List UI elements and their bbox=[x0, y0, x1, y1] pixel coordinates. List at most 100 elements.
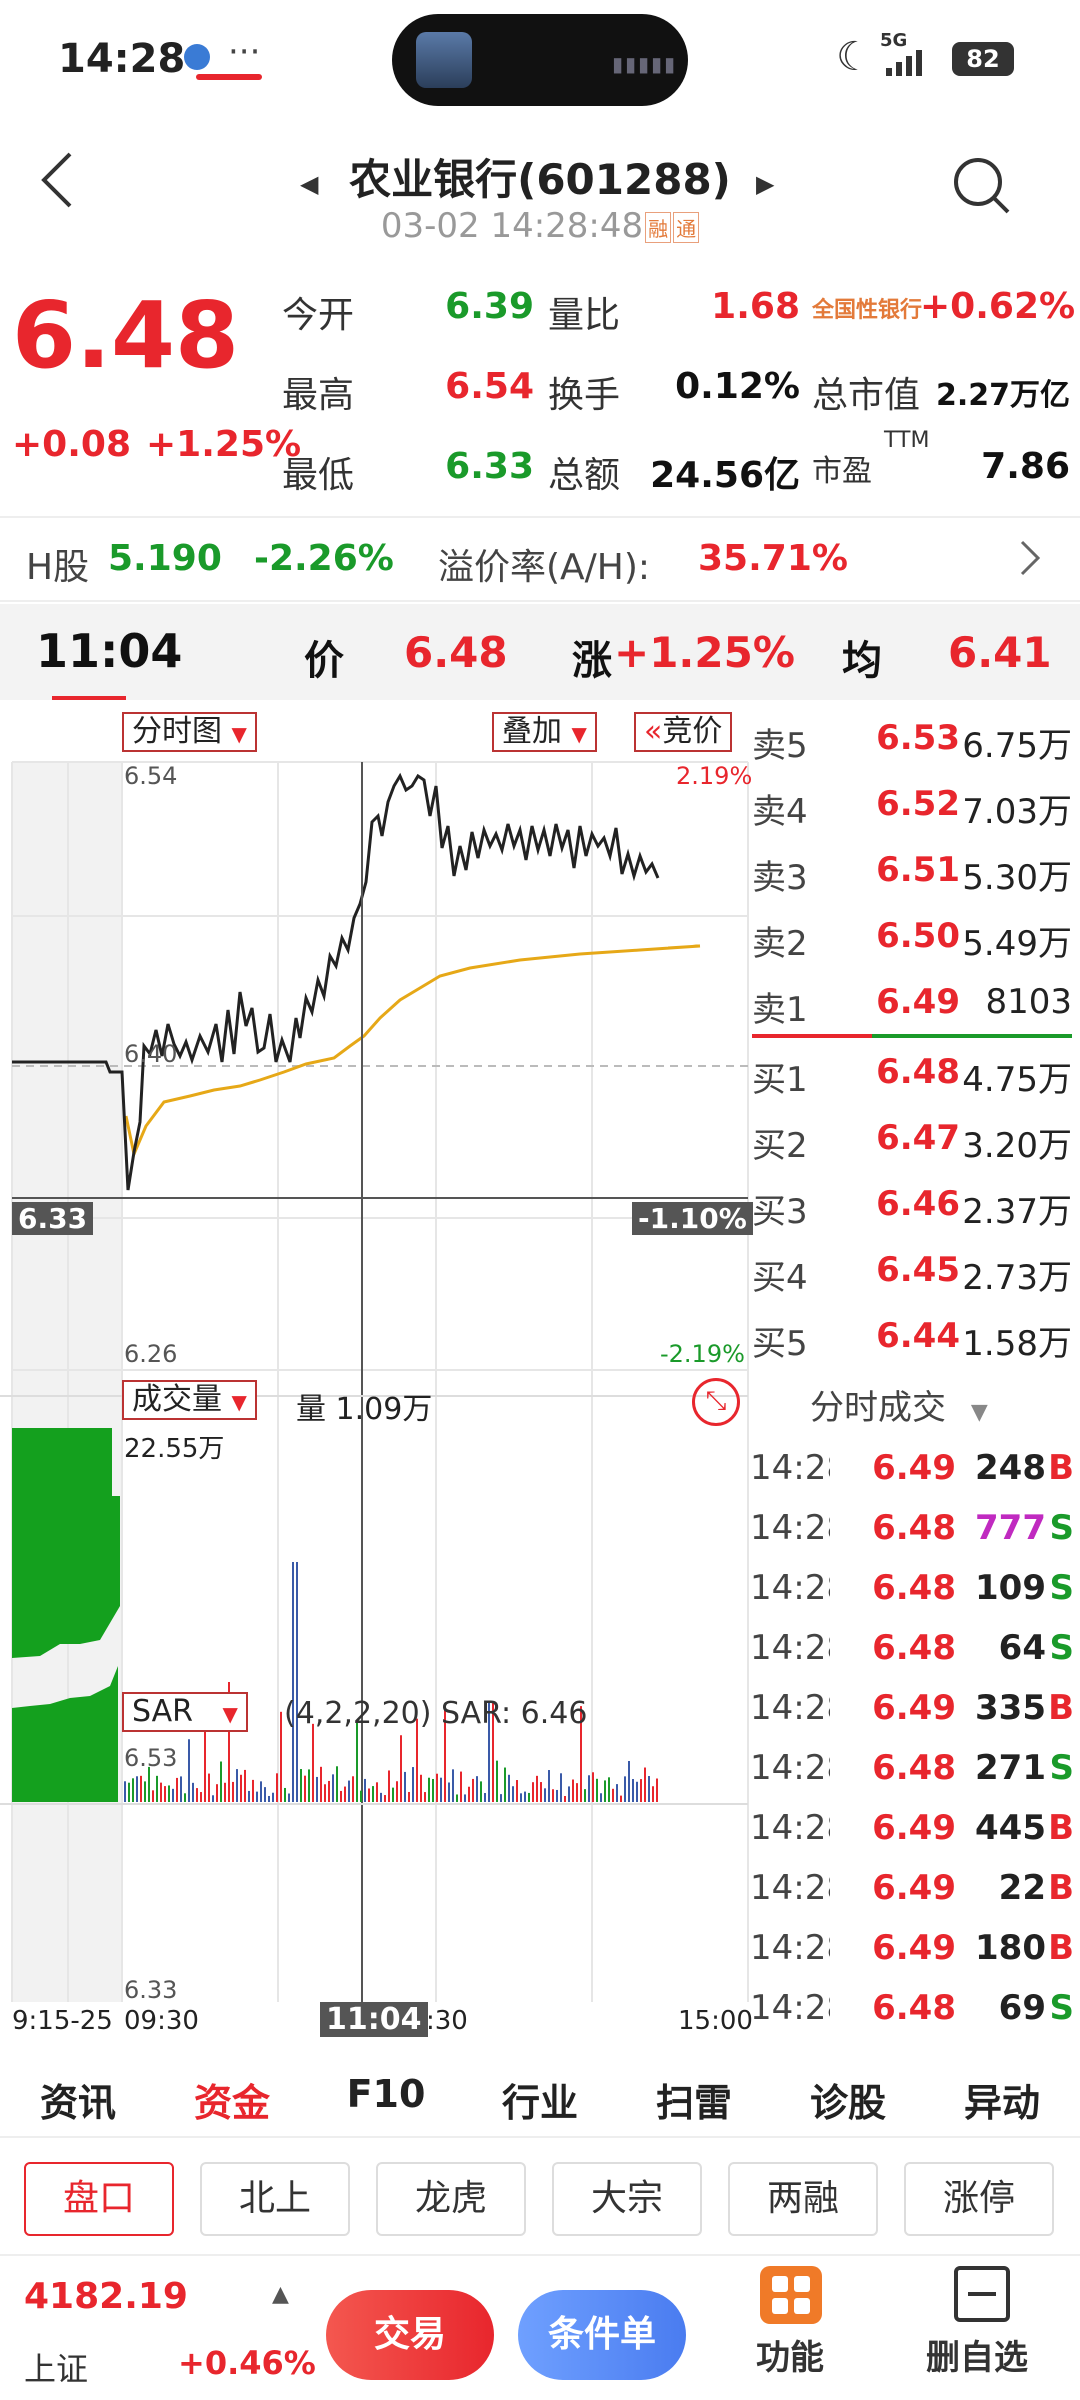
tab-item[interactable]: 诊股 bbox=[778, 2072, 918, 2127]
subtab-item[interactable]: 龙虎 bbox=[376, 2162, 526, 2236]
bid-row[interactable]: 买5 6.44 1.58万 bbox=[752, 1304, 1072, 1370]
dynamic-island[interactable]: ▮▮▮▮▮ bbox=[392, 14, 688, 106]
trade-time: 14:28 bbox=[750, 1448, 830, 1488]
price-axis-bottom: 6.26 bbox=[124, 1340, 178, 1368]
volume-bar bbox=[188, 1739, 190, 1802]
page-title: 农业银行(601288) bbox=[349, 155, 731, 204]
ask-volume: 8103 bbox=[985, 982, 1072, 1022]
tab-item[interactable]: 异动 bbox=[932, 2072, 1072, 2127]
function-icon[interactable] bbox=[760, 2266, 822, 2324]
next-stock-icon[interactable]: ▶ bbox=[756, 170, 774, 198]
bid-row[interactable]: 买3 6.46 2.37万 bbox=[752, 1172, 1072, 1238]
sar-dropdown[interactable]: SAR ▼ bbox=[122, 1692, 248, 1732]
bid-row[interactable]: 买1 6.48 4.75万 bbox=[752, 1040, 1072, 1106]
bid-row[interactable]: 买4 6.45 2.73万 bbox=[752, 1238, 1072, 1304]
tab-item[interactable]: 扫雷 bbox=[624, 2072, 764, 2127]
index-value[interactable]: 4182.19 bbox=[24, 2276, 188, 2317]
trade-volume: 445 bbox=[975, 1808, 1046, 1848]
expand-icon[interactable]: ⤡ bbox=[692, 1378, 740, 1426]
volume-bar bbox=[176, 1777, 178, 1802]
subtab-item[interactable]: 北上 bbox=[200, 2162, 350, 2236]
sar-top: 6.53 bbox=[124, 1744, 178, 1772]
volume-bar bbox=[296, 1562, 298, 1802]
sar-label: SAR bbox=[132, 1694, 193, 1729]
trade-price: 6.48 bbox=[872, 1628, 956, 1668]
volume-bar bbox=[316, 1776, 318, 1802]
ask-row[interactable]: 卖5 6.53 6.75万 bbox=[752, 706, 1072, 772]
volume-bar bbox=[652, 1786, 654, 1802]
ask-row[interactable]: 卖2 6.50 5.49万 bbox=[752, 904, 1072, 970]
remove-fav-icon[interactable] bbox=[954, 2266, 1010, 2322]
bid-price: 6.47 bbox=[876, 1118, 960, 1158]
trade-row: 14:28 6.49 180B bbox=[750, 1920, 1074, 1980]
volume-bar bbox=[400, 1735, 402, 1802]
trade-button[interactable]: 交易 bbox=[326, 2290, 494, 2380]
avg-price-line bbox=[124, 944, 701, 1159]
volume-bar bbox=[416, 1718, 418, 1802]
ask-price: 6.52 bbox=[876, 784, 960, 824]
volume-bar bbox=[140, 1775, 142, 1802]
volume-bar bbox=[548, 1770, 550, 1802]
volume-bar bbox=[260, 1781, 262, 1802]
amount-value: 24.56亿 bbox=[650, 455, 800, 496]
ask-volume: 7.03万 bbox=[962, 792, 1072, 832]
tab-item[interactable]: F10 bbox=[316, 2072, 456, 2116]
chart-mode-dropdown[interactable]: 分时图 ▼ bbox=[122, 712, 257, 752]
volume-bar bbox=[236, 1769, 238, 1802]
volume-bar bbox=[244, 1769, 246, 1802]
volume-bar bbox=[392, 1787, 394, 1802]
volume-bar bbox=[312, 1723, 314, 1802]
trade-time: 14:28 bbox=[750, 1988, 830, 2028]
trade-price: 6.48 bbox=[872, 1508, 956, 1548]
volume-bar bbox=[568, 1786, 570, 1802]
cursor-ticker-row: 11:04 价 6.48 涨 +1.25% 均 6.41 bbox=[0, 604, 1080, 700]
volume-bar bbox=[608, 1777, 610, 1802]
volume-bar bbox=[380, 1792, 382, 1802]
volume-dropdown[interactable]: 成交量 ▼ bbox=[122, 1380, 257, 1420]
subtab-item[interactable]: 大宗 bbox=[552, 2162, 702, 2236]
tab-item[interactable]: 资金 bbox=[162, 2072, 302, 2127]
volume-bar bbox=[276, 1773, 278, 1802]
tab-item[interactable]: 行业 bbox=[470, 2072, 610, 2127]
function-label[interactable]: 功能 bbox=[756, 2330, 824, 2379]
ask-row[interactable]: 卖3 6.51 5.30万 bbox=[752, 838, 1072, 904]
ask-row[interactable]: 卖1 6.49 8103 bbox=[752, 970, 1072, 1036]
cursor-price-label: 6.33 bbox=[12, 1202, 94, 1235]
trade-time: 14:28 bbox=[750, 1808, 830, 1848]
hshare-row[interactable]: H股 5.190 -2.26% 溢价率(A/H): 35.71% bbox=[0, 516, 1080, 602]
hshare-label: H股 bbox=[26, 547, 90, 588]
tab-item[interactable]: 资讯 bbox=[8, 2072, 148, 2127]
ask-price: 6.51 bbox=[876, 850, 960, 890]
ask-bid-divider-green bbox=[872, 1034, 1072, 1038]
bid-row[interactable]: 买2 6.47 3.20万 bbox=[752, 1106, 1072, 1172]
volume-bar bbox=[620, 1795, 622, 1802]
volume-bar bbox=[252, 1779, 254, 1802]
volume-bar bbox=[388, 1770, 390, 1802]
volume-bar bbox=[132, 1778, 134, 1802]
audio-bars-icon: ▮▮▮▮▮ bbox=[612, 52, 678, 76]
volume-bar bbox=[384, 1795, 386, 1802]
volume-bar bbox=[516, 1780, 518, 1802]
overlay-dropdown[interactable]: 叠加 ▼ bbox=[492, 712, 597, 752]
volume-bar bbox=[596, 1778, 598, 1802]
condition-order-button[interactable]: 条件单 bbox=[518, 2290, 686, 2380]
search-icon[interactable] bbox=[952, 156, 1012, 216]
volume-bar bbox=[128, 1782, 130, 1802]
volume-bar bbox=[240, 1774, 242, 1802]
sector-tag[interactable]: 全国性银行 bbox=[812, 292, 922, 324]
bid-level: 买3 bbox=[752, 1192, 808, 1232]
bid-price: 6.46 bbox=[876, 1184, 960, 1224]
volume-bar bbox=[172, 1788, 174, 1802]
volume-bar bbox=[412, 1767, 414, 1802]
volratio-value: 1.68 bbox=[711, 286, 800, 327]
subtab-item[interactable]: 涨停 bbox=[904, 2162, 1054, 2236]
auction-button[interactable]: «竞价 bbox=[634, 712, 733, 752]
intraday-chart[interactable] bbox=[0, 706, 750, 2020]
trades-header[interactable]: 分时成交 ▼ bbox=[810, 1380, 988, 1429]
bid-level: 买5 bbox=[752, 1324, 808, 1364]
ask-row[interactable]: 卖4 6.52 7.03万 bbox=[752, 772, 1072, 838]
remove-fav-label[interactable]: 删自选 bbox=[926, 2330, 1028, 2379]
sector-pct: +0.62% bbox=[920, 286, 1076, 327]
subtab-item[interactable]: 盘口 bbox=[24, 2162, 174, 2236]
subtab-item[interactable]: 两融 bbox=[728, 2162, 878, 2236]
